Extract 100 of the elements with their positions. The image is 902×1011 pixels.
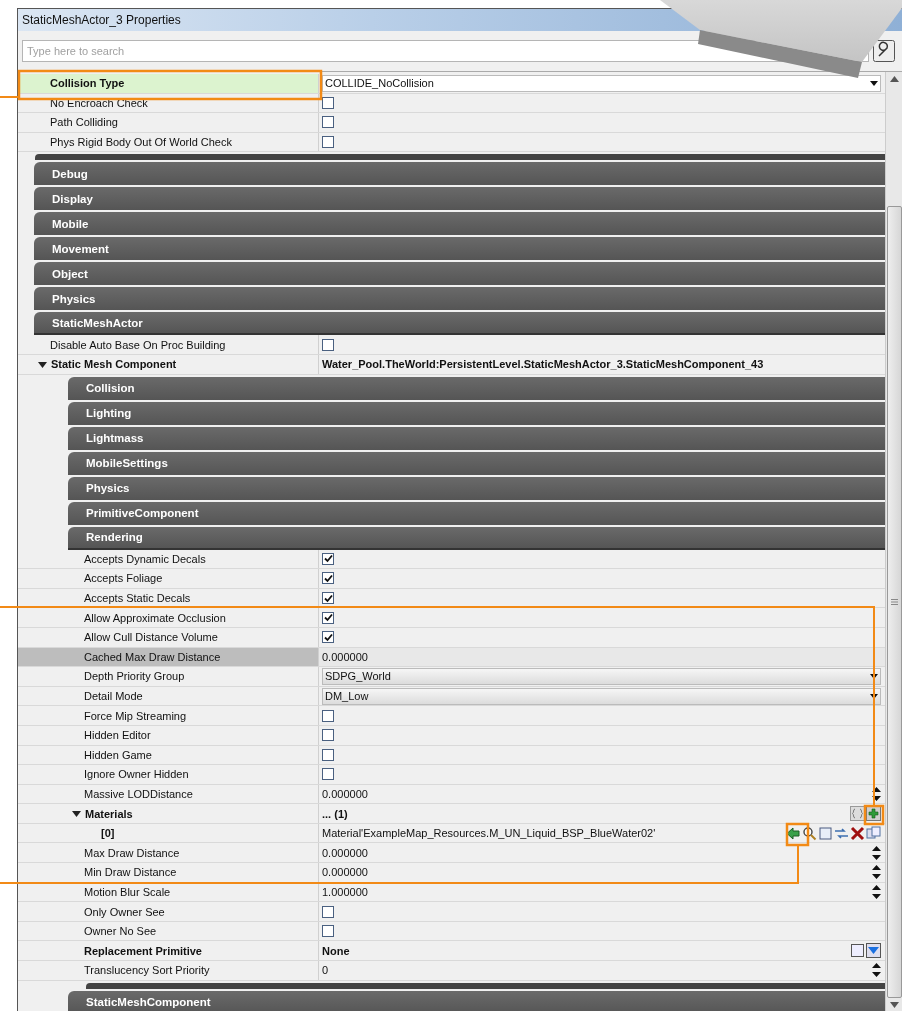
spinner-icon[interactable]: [872, 864, 881, 881]
property-row[interactable]: Allow Approximate Occlusion: [18, 608, 885, 628]
property-row[interactable]: Accepts Foliage: [18, 569, 885, 589]
property-row[interactable]: Materials ... (1): [18, 804, 885, 824]
checkbox[interactable]: [322, 729, 334, 742]
dropdown[interactable]: DM_Low: [322, 687, 881, 705]
property-row[interactable]: Owner No See: [18, 921, 885, 942]
category-header[interactable]: Mobile: [34, 212, 885, 236]
checkbox[interactable]: [322, 709, 334, 722]
spinner-icon[interactable]: [872, 962, 881, 979]
category-header[interactable]: Rendering: [68, 526, 885, 550]
dropdown[interactable]: COLLIDE_NoCollision: [322, 74, 881, 92]
checkbox[interactable]: [322, 552, 334, 565]
property-row[interactable]: Static Mesh Component Water_Pool.TheWorld:PersistentLevel.StaticMeshActor_3.StaticMeshComponent_43: [18, 354, 885, 375]
scroll-down-icon[interactable]: [890, 1002, 899, 1008]
dropdown[interactable]: SDPG_World: [322, 667, 881, 685]
property-row[interactable]: Collision Type COLLIDE_NoCollision: [18, 74, 885, 94]
category-header[interactable]: Lighting: [68, 401, 885, 425]
checkbox[interactable]: [322, 905, 334, 918]
square-icon[interactable]: [850, 943, 865, 959]
leader-line: [0, 96, 19, 98]
checkbox[interactable]: [322, 611, 334, 624]
property-label: Massive LODDistance: [84, 788, 193, 800]
property-label: Collision Type: [50, 77, 125, 90]
property-row[interactable]: Only Owner See: [18, 902, 885, 922]
checkbox[interactable]: [322, 631, 334, 644]
checkbox[interactable]: [322, 925, 334, 938]
property-row[interactable]: Translucency Sort Priority 0: [18, 961, 885, 981]
checkbox[interactable]: [322, 592, 334, 605]
scrollbar-thumb[interactable]: [887, 206, 902, 998]
category-header[interactable]: PrimitiveComponent: [68, 501, 885, 525]
scrollbar[interactable]: [885, 72, 902, 1011]
checkbox[interactable]: [322, 96, 334, 109]
category-header[interactable]: Collision: [68, 376, 885, 400]
category-header[interactable]: StaticMeshComponent: [68, 990, 885, 1011]
property-row[interactable]: Cached Max Draw Distance 0.000000: [18, 647, 885, 668]
value-text: Water_Pool.TheWorld:PersistentLevel.StaticMeshActor_3.StaticMeshComponent_43: [322, 358, 764, 371]
property-label: Detail Mode: [84, 690, 143, 702]
value-text: Material'ExampleMap_Resources.M_UN_Liquid_BSP_BlueWater02': [322, 827, 656, 840]
category-header[interactable]: Lightmass: [68, 426, 885, 450]
property-label: Accepts Foliage: [84, 572, 163, 585]
property-row[interactable]: Path Colliding: [18, 113, 885, 133]
property-row[interactable]: Hidden Editor: [18, 725, 885, 746]
dropdown-arrow-icon[interactable]: [870, 673, 878, 679]
category-header[interactable]: Physics: [34, 287, 885, 311]
property-row[interactable]: Phys Rigid Body Out Of World Check: [18, 132, 885, 153]
category-header[interactable]: MobileSettings: [68, 451, 885, 475]
checkbox[interactable]: [322, 768, 334, 781]
left-arrow-icon[interactable]: [786, 825, 801, 841]
category-header[interactable]: Physics: [68, 476, 885, 500]
property-label: Phys Rigid Body Out Of World Check: [50, 136, 232, 149]
property-row[interactable]: Detail Mode DM_Low: [18, 686, 885, 707]
checkbox[interactable]: [322, 136, 334, 149]
property-row[interactable]: Force Mip Streaming: [18, 706, 885, 726]
property-row[interactable]: Hidden Game: [18, 745, 885, 766]
property-row[interactable]: Massive LODDistance 0.000000: [18, 784, 885, 805]
category-header[interactable]: Object: [34, 262, 885, 286]
checkbox[interactable]: [322, 572, 334, 585]
property-row[interactable]: Replacement Primitive None: [18, 941, 885, 962]
property-label: Path Colliding: [50, 116, 118, 129]
checkbox[interactable]: [322, 748, 334, 761]
property-row[interactable]: Allow Cull Distance Volume: [18, 627, 885, 648]
spinner-icon[interactable]: [872, 883, 881, 900]
spinner-icon[interactable]: [872, 786, 881, 802]
property-row[interactable]: Max Draw Distance 0.000000: [18, 843, 885, 864]
dropdown-arrow-icon[interactable]: [870, 80, 878, 86]
collapse-arrow-icon[interactable]: [38, 359, 47, 369]
property-label: Disable Auto Base On Proc Building: [50, 338, 226, 351]
checkbox[interactable]: [322, 116, 334, 129]
property-label: Accepts Dynamic Decals: [84, 552, 206, 565]
category-header[interactable]: Debug: [34, 162, 885, 186]
magnifier-icon[interactable]: [802, 825, 817, 841]
category-header[interactable]: Display: [34, 187, 885, 211]
grip-icon: [891, 599, 898, 605]
property-row[interactable]: Motion Blur Scale 1.000000: [18, 882, 885, 903]
dropdown-arrow-icon[interactable]: [870, 693, 878, 699]
property-label: Hidden Editor: [84, 729, 151, 742]
brackets-icon[interactable]: [850, 806, 865, 822]
window-title: StaticMeshActor_3 Properties: [22, 13, 181, 27]
category-header[interactable]: Movement: [34, 237, 885, 261]
scroll-up-icon[interactable]: [890, 76, 899, 82]
property-label: Allow Cull Distance Volume: [84, 631, 218, 644]
property-label: Allow Approximate Occlusion: [84, 611, 226, 624]
property-row[interactable]: Disable Auto Base On Proc Building: [18, 335, 885, 355]
property-label: Max Draw Distance: [84, 846, 180, 859]
property-row[interactable]: Accepts Dynamic Decals: [18, 549, 885, 570]
category-header[interactable]: StaticMeshActor: [34, 312, 885, 336]
collapse-arrow-icon[interactable]: [72, 809, 81, 819]
swap-arrows-icon[interactable]: [834, 825, 849, 841]
value-text: 0.000000: [322, 650, 368, 663]
property-row[interactable]: Ignore Owner Hidden: [18, 765, 885, 785]
property-label: Only Owner See: [84, 905, 165, 918]
close-icon[interactable]: [850, 825, 865, 841]
spinner-icon[interactable]: [872, 844, 881, 861]
value-text: ... (1): [322, 807, 348, 820]
wrench-icon[interactable]: [873, 40, 895, 62]
property-label: Min Draw Distance: [84, 866, 177, 879]
checkbox[interactable]: [322, 338, 334, 351]
property-row[interactable]: Depth Priority Group SDPG_World: [18, 667, 885, 687]
value-text: 1.000000: [322, 885, 368, 898]
